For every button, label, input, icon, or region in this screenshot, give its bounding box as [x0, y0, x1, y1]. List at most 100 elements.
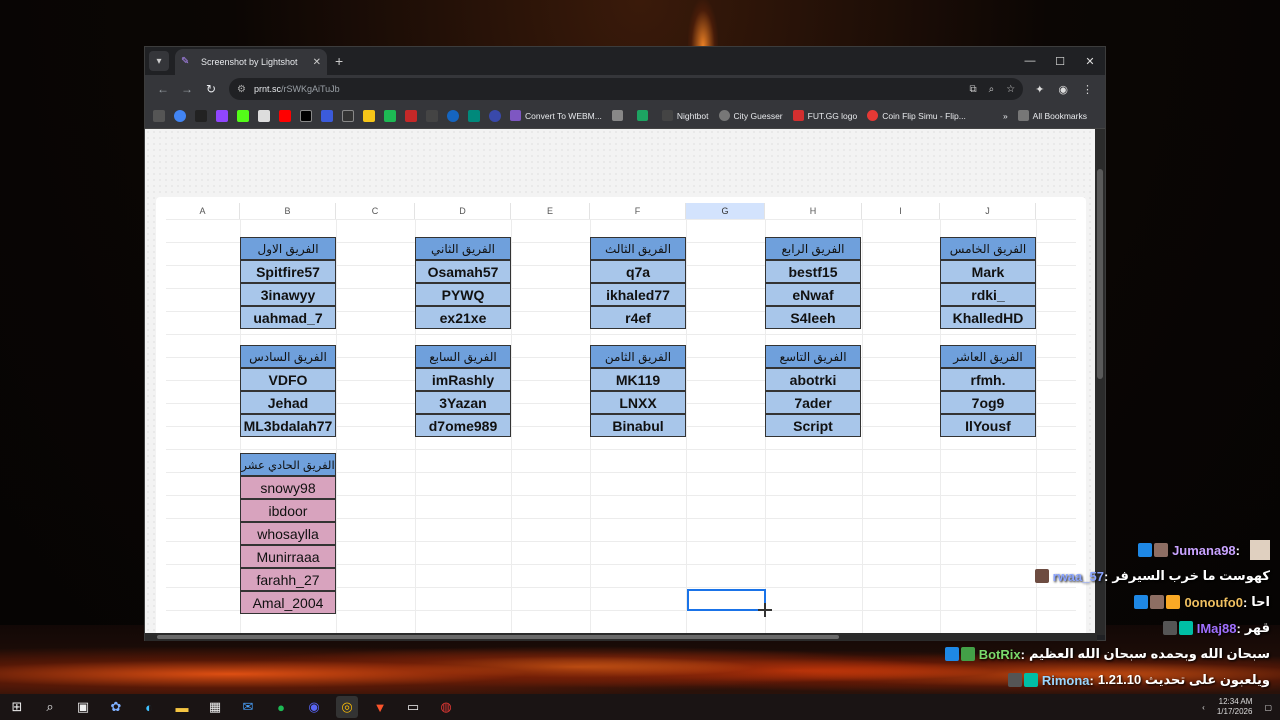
notification-icon[interactable]: ▢ — [1264, 703, 1272, 712]
terminal-icon[interactable]: ▭ — [402, 696, 424, 718]
mail-icon[interactable]: ✉ — [237, 696, 259, 718]
store-icon[interactable]: ▦ — [204, 696, 226, 718]
chat-username[interactable]: Rimona — [1042, 673, 1090, 688]
bookmark-item[interactable] — [636, 110, 652, 121]
chat-badges — [1034, 569, 1049, 583]
chat-username[interactable]: rwaa_57 — [1053, 569, 1104, 584]
chat-badge-icon — [1150, 595, 1165, 609]
task-view-icon[interactable]: ▣ — [72, 696, 94, 718]
install-app-icon[interactable]: ⧉ — [969, 84, 976, 95]
bookmark-green-icon[interactable] — [384, 109, 396, 122]
spotify-icon[interactable]: ● — [270, 696, 292, 718]
chat-badge-icon — [1134, 595, 1149, 609]
chrome-icon[interactable]: ◎ — [336, 696, 358, 718]
address-bar[interactable]: ⚙ prnt.sc/rSWKgAiTuJb ⧉ ⌕ ☆ — [229, 78, 1024, 100]
bookmark-item[interactable]: Nightbot — [661, 110, 709, 121]
zoom-icon[interactable]: ⌕ — [989, 84, 995, 95]
extensions-icon[interactable]: ✦ — [1035, 83, 1044, 96]
bookmark-dark-icon[interactable] — [426, 109, 438, 122]
x-icon[interactable] — [300, 109, 312, 122]
kick-icon[interactable] — [237, 109, 249, 122]
discord-icon[interactable]: ◉ — [303, 696, 325, 718]
bookmark-item[interactable]: Coin Flip Simu - Flip... — [867, 110, 966, 121]
forward-icon[interactable]: → — [175, 82, 199, 96]
team-member-cell: d7ome989 — [415, 414, 511, 437]
chat-username[interactable]: 0onoufo0 — [1184, 595, 1243, 610]
bookmark-item[interactable]: City Guesser — [718, 110, 783, 121]
chat-username[interactable]: BotRix — [979, 647, 1021, 662]
bookmark-red-icon[interactable] — [405, 109, 417, 122]
github-icon[interactable] — [342, 109, 354, 122]
obs-icon[interactable]: ◍ — [435, 696, 457, 718]
chat-text: 1.21.10 ويلعبون على تحديث — [1097, 672, 1270, 687]
tray-chevron-icon[interactable]: ‹ — [1202, 703, 1205, 712]
column-header[interactable]: A — [166, 203, 240, 219]
tab-close-icon[interactable]: ✕ — [313, 57, 321, 68]
bookmark-item[interactable]: FUT.GG logo — [792, 110, 857, 121]
scroll-thumb[interactable] — [157, 635, 839, 639]
new-tab-button[interactable]: + — [335, 53, 343, 69]
brave-icon[interactable]: ▼ — [369, 696, 391, 718]
team-member-cell: Osamah57 — [415, 260, 511, 283]
bookmark-r-icon[interactable] — [489, 109, 501, 122]
vertical-scrollbar[interactable] — [1095, 129, 1105, 635]
back-icon[interactable]: ← — [151, 82, 175, 96]
twitch-icon[interactable] — [216, 109, 228, 122]
reload-icon[interactable]: ↻ — [199, 82, 223, 96]
chat-username[interactable]: IMaj88 — [1197, 621, 1237, 636]
globe-icon — [718, 110, 730, 121]
fill-handle-cursor — [764, 603, 766, 617]
horizontal-scrollbar[interactable] — [145, 633, 1097, 641]
team-member-cell: LNXX — [590, 391, 686, 414]
minimize-icon[interactable]: — — [1015, 47, 1045, 75]
close-window-icon[interactable]: ✕ — [1075, 47, 1105, 75]
bookmark-diamond-icon[interactable] — [258, 109, 270, 122]
column-header[interactable]: D — [415, 203, 511, 219]
team-header: الفريق العاشر — [940, 345, 1036, 368]
bookmark-play-icon[interactable] — [447, 109, 459, 122]
site-info-icon[interactable]: ⚙ — [237, 84, 246, 95]
bookmark-blue-icon[interactable] — [321, 109, 333, 122]
windows-start-icon[interactable]: ⊞ — [6, 696, 28, 718]
bookmark-item[interactable]: Convert To WEBM... — [510, 110, 602, 121]
column-header[interactable]: E — [511, 203, 590, 219]
profile-icon[interactable]: ◉ — [1058, 83, 1068, 96]
chat-separator: : — [1236, 620, 1241, 636]
more-bookmarks-icon[interactable]: » — [1003, 111, 1008, 121]
youtube-icon[interactable] — [279, 109, 291, 122]
file-explorer-icon[interactable]: ▬ — [171, 696, 193, 718]
bookmark-yellow-icon[interactable] — [363, 109, 375, 122]
clock-date: 1/17/2026 — [1216, 707, 1253, 716]
team-member-cell: 3inawyy — [240, 283, 336, 306]
bookmark-favicon — [792, 110, 804, 121]
scroll-thumb[interactable] — [1097, 169, 1103, 379]
column-header[interactable]: H — [765, 203, 862, 219]
column-header[interactable]: C — [336, 203, 415, 219]
all-bookmarks[interactable]: All Bookmarks — [1017, 110, 1087, 121]
bookmark-star-icon[interactable]: ☆ — [1006, 84, 1015, 95]
bookmark-item[interactable] — [611, 110, 627, 121]
url-host: prnt.sc — [253, 84, 281, 94]
team-member-cell: imRashly — [415, 368, 511, 391]
apps-icon[interactable] — [153, 109, 165, 122]
tab-search-button[interactable]: ▾ — [149, 51, 169, 71]
clock[interactable]: 12:34 AM 1/17/2026 — [1217, 697, 1253, 717]
bookmark-s-icon[interactable] — [468, 109, 480, 122]
chat-badge-icon — [1166, 595, 1181, 609]
menu-icon[interactable]: ⋮ — [1082, 83, 1093, 96]
column-header[interactable]: I — [862, 203, 940, 219]
google-icon[interactable] — [174, 109, 186, 122]
copilot-icon[interactable]: ✿ — [105, 696, 127, 718]
team-member-cell: Munirraaa — [240, 545, 336, 568]
bookmark-p-icon[interactable] — [195, 109, 207, 122]
column-header[interactable]: J — [940, 203, 1036, 219]
edge-icon[interactable]: ◐ — [138, 696, 160, 718]
column-header[interactable]: B — [240, 203, 336, 219]
column-header[interactable]: F — [590, 203, 686, 219]
chat-username[interactable]: Jumana98 — [1172, 543, 1236, 558]
maximize-icon[interactable]: ☐ — [1045, 47, 1075, 75]
search-icon[interactable]: ⌕ — [39, 696, 61, 718]
active-tab[interactable]: ✎ Screenshot by Lightshot ✕ — [175, 49, 327, 75]
column-header[interactable]: G — [686, 203, 765, 219]
selected-cell[interactable] — [687, 589, 766, 611]
